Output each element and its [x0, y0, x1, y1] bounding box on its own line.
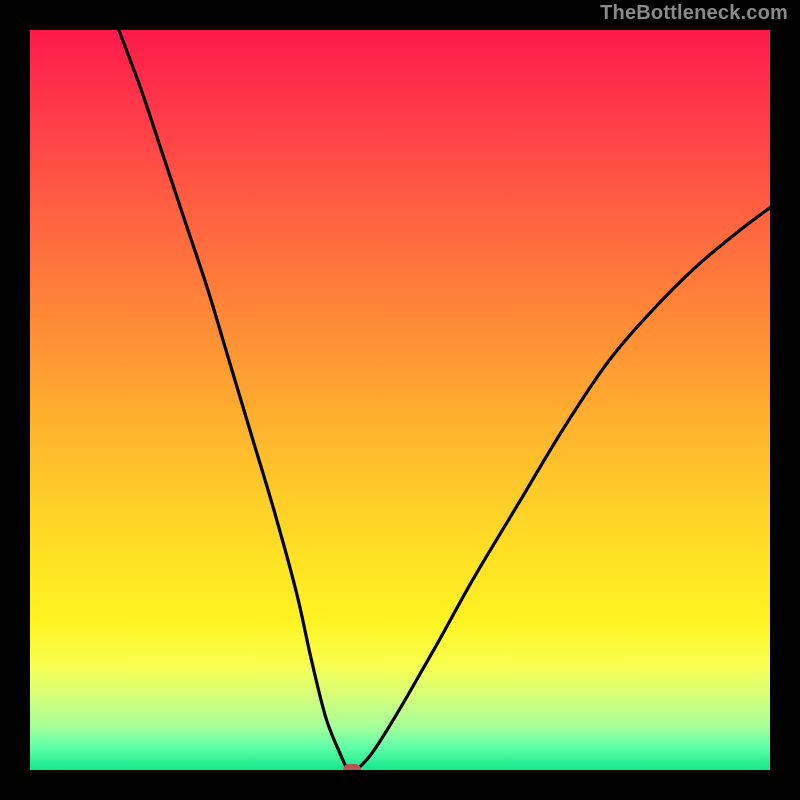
bottleneck-curve: [30, 30, 770, 770]
plot-area: [30, 30, 770, 770]
optimal-point-marker: [343, 764, 361, 770]
watermark-text: TheBottleneck.com: [600, 2, 788, 25]
chart-frame: TheBottleneck.com: [0, 0, 800, 800]
